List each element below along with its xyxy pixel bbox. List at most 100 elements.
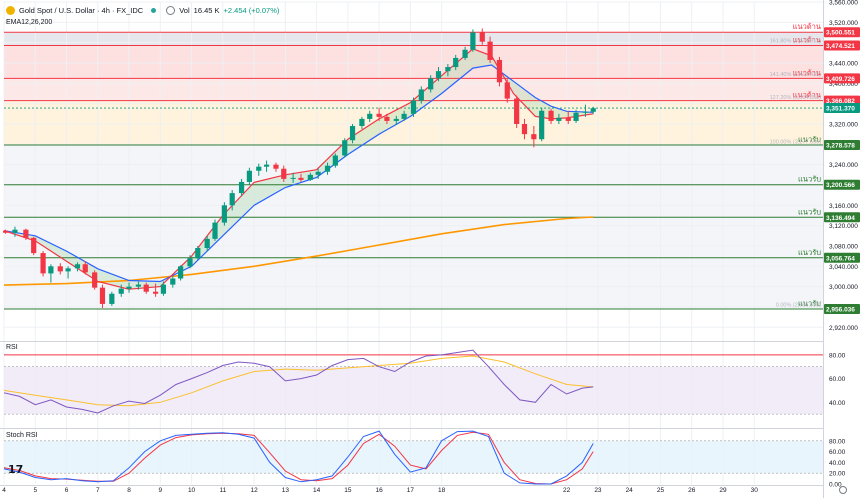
time-tick-label: 29 <box>719 487 727 494</box>
candle-bearish <box>496 59 503 83</box>
candle-bullish <box>178 266 184 279</box>
candle-bullish <box>453 57 459 68</box>
level-price-text: 3,474.521 <box>826 43 855 50</box>
candle-bullish <box>428 78 434 90</box>
candle-bearish <box>273 164 279 169</box>
stoch-tick-label: 40.00 <box>829 460 846 467</box>
time-tick-label: 10 <box>188 487 196 494</box>
fib-level-label: 100.00% (3,277.556) <box>770 140 822 146</box>
time-tick-label: 12 <box>250 487 258 494</box>
candle-bearish <box>2 230 9 233</box>
candle-bullish <box>65 268 71 272</box>
candle-bearish <box>153 291 159 294</box>
candle-bullish <box>212 222 218 239</box>
price-tick-label: 3,320.000 <box>829 121 858 128</box>
candle-bullish <box>332 155 338 166</box>
fib-level-label: 127.20% (3,364.858) <box>770 95 822 101</box>
market-status-icon <box>151 8 157 13</box>
price-tick-label: 3,080.000 <box>829 243 858 250</box>
fib-level-label: 0.00% (2,956.590) <box>776 303 821 309</box>
chart-header: Gold Spot / U.S. Dollar · 4h · FX_IDC Vo… <box>6 6 279 15</box>
candle-bullish <box>556 117 562 121</box>
rsi-tick-label: 80.00 <box>829 352 846 359</box>
current-price-text: 3,351.370 <box>826 106 855 113</box>
level-price-text: 3,409.726 <box>826 76 855 83</box>
settings-gear-icon[interactable] <box>839 486 847 494</box>
time-tick-label: 18 <box>438 487 446 494</box>
candle-bullish <box>367 113 373 119</box>
candle-bullish <box>418 89 424 101</box>
fib-level-label: 141.40% (3,410.435) <box>770 72 822 78</box>
price-tick-label: 3,160.000 <box>829 203 858 210</box>
candle-bullish <box>349 126 356 141</box>
time-tick-label: 8 <box>127 487 131 494</box>
zone-top-gray <box>4 32 823 46</box>
volume-label: Vol <box>179 6 190 15</box>
time-tick-label: 15 <box>344 487 352 494</box>
zone-resistance-light <box>4 78 823 101</box>
candle-bullish <box>229 193 235 206</box>
price-tick-label: 3,520.000 <box>829 20 858 27</box>
gold-symbol-icon <box>6 6 15 15</box>
candle-bullish <box>160 284 167 294</box>
candle-bearish <box>92 272 98 288</box>
candle-bearish <box>57 266 63 272</box>
candle-bearish <box>23 229 29 238</box>
zone-resistance-pink <box>4 45 823 79</box>
support-label: แนวรับ <box>798 175 821 184</box>
candle-bearish <box>531 134 537 140</box>
level-price-text: 3,136.494 <box>826 215 855 222</box>
rsi-pane-label[interactable]: RSI <box>6 344 18 351</box>
candle-bullish <box>290 177 296 179</box>
level-price-text: 2,956.036 <box>826 306 855 313</box>
candle-bullish <box>195 248 201 259</box>
candle-bearish <box>99 287 106 304</box>
stoch-band <box>4 440 823 474</box>
stoch-tick-label: 60.00 <box>829 449 846 456</box>
time-tick-label: 11 <box>219 487 226 494</box>
level-price-text: 3,200.566 <box>826 182 855 189</box>
candle-bearish <box>31 237 37 254</box>
candle-bullish <box>307 174 313 180</box>
rsi-band <box>4 366 823 415</box>
candle-bullish <box>462 49 468 58</box>
candle-bullish <box>221 205 227 223</box>
candle-bullish <box>401 113 407 119</box>
support-label: แนวรับ <box>798 248 821 257</box>
symbol-title[interactable]: Gold Spot / U.S. Dollar · 4h · FX_IDC <box>19 6 143 15</box>
visibility-icon[interactable] <box>166 6 176 15</box>
candle-bullish <box>342 140 348 156</box>
support-label: แนวรับ <box>798 207 821 216</box>
candle-bearish <box>82 264 88 273</box>
rsi-tick-label: 40.00 <box>829 400 846 407</box>
candle-bullish <box>393 118 399 121</box>
time-tick-label: 30 <box>751 487 759 494</box>
candle-bullish <box>12 229 18 233</box>
candle-bullish <box>118 288 124 294</box>
chart-canvas[interactable]: แนวต้านแนวต้านแนวต้านแนวต้านแนวรับแนวรับ… <box>0 0 863 498</box>
time-tick-label: 24 <box>626 487 634 494</box>
candle-bullish <box>324 165 331 172</box>
candle-bullish <box>246 170 252 182</box>
candle-bearish <box>514 98 520 124</box>
volume-value: 16.45 K <box>193 6 220 15</box>
candle-bullish <box>435 71 442 79</box>
candle-bullish <box>109 293 115 304</box>
level-price-text: 3,056.764 <box>826 255 855 262</box>
price-tick-label: 2,920.000 <box>829 325 858 332</box>
time-tick-label: 25 <box>657 487 665 494</box>
resistance-label: แนวต้าน <box>793 22 821 31</box>
candle-bullish <box>582 111 589 113</box>
fib-level-label: 161.80% (3,475.912) <box>770 39 822 45</box>
stoch-rsi-pane-label[interactable]: Stoch RSI <box>6 432 38 439</box>
time-tick-label: 26 <box>688 487 696 494</box>
candle-bullish <box>359 118 365 127</box>
time-tick-label: 17 <box>407 487 415 494</box>
time-tick-label: 4 <box>2 487 6 494</box>
time-tick-label: 7 <box>96 487 100 494</box>
stoch-tick-label: 80.00 <box>829 438 846 445</box>
candle-bullish <box>263 164 270 167</box>
ema-indicator-label[interactable]: EMA12,26,200 <box>6 19 52 26</box>
tradingview-logo[interactable]: 17 <box>8 463 23 476</box>
candle-bearish <box>298 177 304 180</box>
